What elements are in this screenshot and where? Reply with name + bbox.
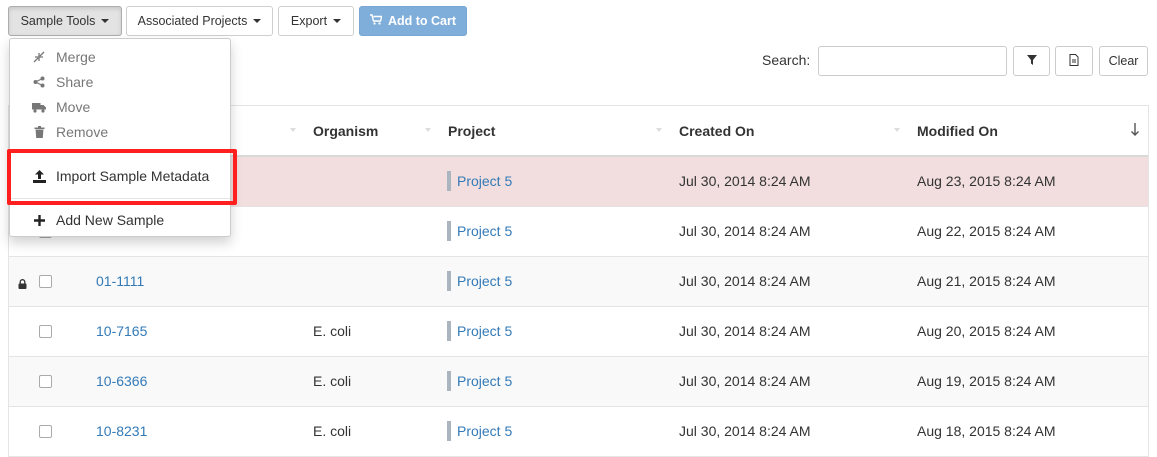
- add-to-cart-button[interactable]: Add to Cart: [359, 6, 467, 36]
- row-checkbox[interactable]: [39, 275, 52, 288]
- share-icon: [32, 75, 46, 89]
- modified-on-cell: Aug 19, 2015 8:24 AM: [917, 373, 1056, 389]
- clear-label: Clear: [1108, 54, 1139, 68]
- column-header-project[interactable]: Project: [448, 123, 495, 139]
- project-color-bar: [447, 171, 451, 191]
- table-row[interactable]: 10-6366 E. coli Project 5 Jul 30, 2014 8…: [9, 357, 1148, 407]
- project-link[interactable]: Project 5: [457, 223, 512, 239]
- chevron-down-icon: [253, 19, 262, 23]
- sample-name-link[interactable]: 10-8231: [96, 423, 147, 439]
- organism-cell: E. coli: [313, 323, 352, 339]
- project-link[interactable]: Project 5: [457, 423, 512, 439]
- highlight-annotation-box: [7, 149, 237, 205]
- lock-icon: [18, 276, 27, 292]
- search-label: Search:: [762, 52, 811, 68]
- compress-icon: [32, 50, 46, 64]
- file-button[interactable]: [1055, 46, 1093, 76]
- project-cell: Project 5: [447, 371, 512, 391]
- column-header-organism[interactable]: Organism: [313, 123, 378, 139]
- row-checkbox[interactable]: [39, 325, 52, 338]
- filter-button[interactable]: [1013, 46, 1050, 76]
- modified-on-cell: Aug 18, 2015 8:24 AM: [917, 423, 1056, 439]
- search-input[interactable]: [818, 46, 1007, 76]
- menu-item-label: Share: [56, 74, 94, 90]
- project-cell: Project 5: [447, 171, 512, 191]
- project-color-bar: [447, 221, 451, 241]
- row-checkbox[interactable]: [39, 375, 52, 388]
- column-header-modified-on[interactable]: Modified On: [917, 123, 998, 139]
- sort-descending-icon[interactable]: [1130, 122, 1140, 138]
- cart-icon: [369, 14, 383, 28]
- created-on-cell: Jul 30, 2014 8:24 AM: [679, 273, 811, 289]
- modified-on-cell: Aug 20, 2015 8:24 AM: [917, 323, 1056, 339]
- project-cell: Project 5: [447, 321, 512, 341]
- project-color-bar: [447, 421, 451, 441]
- sort-icon[interactable]: [290, 128, 296, 132]
- modified-on-cell: Aug 23, 2015 8:24 AM: [917, 173, 1056, 189]
- file-icon: [1069, 53, 1079, 69]
- sample-name-link[interactable]: 10-6366: [96, 373, 147, 389]
- organism-cell: E. coli: [313, 373, 352, 389]
- created-on-cell: Jul 30, 2014 8:24 AM: [679, 223, 811, 239]
- project-color-bar: [447, 271, 451, 291]
- created-on-cell: Jul 30, 2014 8:24 AM: [679, 323, 811, 339]
- project-cell: Project 5: [447, 421, 512, 441]
- sample-tools-menu: Merge Share Move Remove Import Sample Me…: [9, 38, 231, 237]
- sample-tools-button[interactable]: Sample Tools: [8, 6, 122, 36]
- truck-icon: [32, 100, 46, 114]
- plus-icon: [32, 213, 46, 227]
- export-button[interactable]: Export: [278, 6, 354, 36]
- chevron-down-icon: [333, 19, 342, 23]
- menu-item-label: Move: [56, 99, 91, 115]
- project-link[interactable]: Project 5: [457, 323, 512, 339]
- project-cell: Project 5: [447, 271, 512, 291]
- sort-icon[interactable]: [894, 128, 900, 132]
- modified-on-cell: Aug 22, 2015 8:24 AM: [917, 223, 1056, 239]
- created-on-cell: Jul 30, 2014 8:24 AM: [679, 373, 811, 389]
- menu-item-remove[interactable]: Remove: [10, 121, 230, 143]
- sort-icon[interactable]: [656, 128, 662, 132]
- created-on-cell: Jul 30, 2014 8:24 AM: [679, 423, 811, 439]
- table-row[interactable]: 01-1111 Project 5 Jul 30, 2014 8:24 AM A…: [9, 257, 1148, 307]
- add-to-cart-label: Add to Cart: [387, 14, 457, 28]
- column-header-created-on[interactable]: Created On: [679, 123, 754, 139]
- menu-item-label: Remove: [56, 124, 109, 140]
- project-link[interactable]: Project 5: [457, 173, 512, 189]
- menu-item-share[interactable]: Share: [10, 71, 230, 93]
- project-link[interactable]: Project 5: [457, 273, 512, 289]
- project-color-bar: [447, 371, 451, 391]
- sample-name-link[interactable]: 01-1111: [96, 273, 144, 289]
- table-row[interactable]: 10-7165 E. coli Project 5 Jul 30, 2014 8…: [9, 307, 1148, 357]
- sort-icon[interactable]: [425, 128, 431, 132]
- sample-tools-label: Sample Tools: [20, 14, 96, 28]
- modified-on-cell: Aug 21, 2015 8:24 AM: [917, 273, 1056, 289]
- menu-item-label: Merge: [56, 49, 96, 65]
- menu-item-label: Add New Sample: [56, 212, 165, 228]
- project-cell: Project 5: [447, 221, 512, 241]
- organism-cell: E. coli: [313, 423, 352, 439]
- trash-icon: [32, 125, 46, 139]
- menu-item-merge[interactable]: Merge: [10, 46, 230, 68]
- created-on-cell: Jul 30, 2014 8:24 AM: [679, 173, 811, 189]
- row-checkbox[interactable]: [39, 425, 52, 438]
- chevron-down-icon: [101, 19, 110, 23]
- sample-name-link[interactable]: 10-7165: [96, 323, 147, 339]
- menu-item-move[interactable]: Move: [10, 96, 230, 118]
- associated-projects-label: Associated Projects: [137, 14, 248, 28]
- project-link[interactable]: Project 5: [457, 373, 512, 389]
- project-color-bar: [447, 321, 451, 341]
- associated-projects-button[interactable]: Associated Projects: [126, 6, 273, 36]
- menu-item-add-new-sample[interactable]: Add New Sample: [10, 209, 230, 231]
- clear-button[interactable]: Clear: [1099, 46, 1148, 76]
- export-label: Export: [290, 14, 328, 28]
- filter-icon: [1026, 54, 1037, 68]
- table-row[interactable]: 10-8231 E. coli Project 5 Jul 30, 2014 8…: [9, 407, 1148, 457]
